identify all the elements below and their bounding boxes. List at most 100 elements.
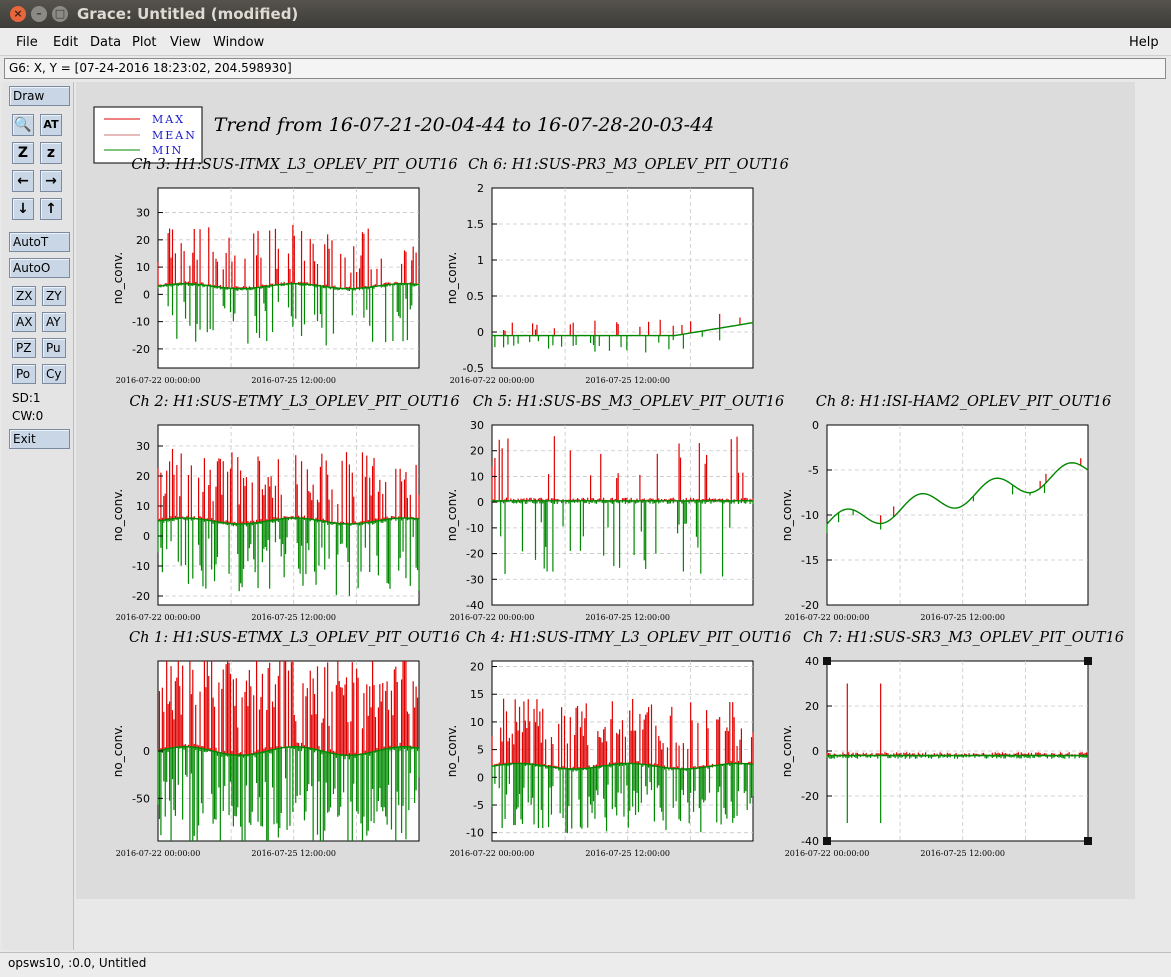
y-tick-label: 10 (136, 500, 150, 513)
minimize-icon[interactable]: – (31, 6, 47, 22)
y-tick-label: -10 (132, 560, 150, 573)
menu-view[interactable]: View (170, 35, 201, 50)
y-tick-label: 10 (136, 261, 150, 274)
graph-g7[interactable]: 40 20 0 -20 -402016-07-22 00:00:00 2016-07-25… (780, 630, 1124, 858)
x-tick-label: 2016-07-22 00:00:00 (450, 849, 535, 858)
legend[interactable]: MAX MEAN MIN (93, 106, 203, 164)
graph-title: Ch 6: H1:SUS-PR3_M3_OPLEV_PIT_OUT16 (468, 157, 789, 173)
y-tick-label: 1.5 (467, 218, 485, 231)
legend-entry-max: MAX (152, 113, 185, 126)
zoom-in-icon[interactable]: Z (12, 142, 34, 164)
selection-handle[interactable] (823, 657, 831, 665)
arrow-down-icon[interactable]: ↓ (12, 198, 34, 220)
zy-button[interactable]: ZY (42, 286, 66, 306)
y-axis-label: no_conv. (111, 725, 125, 777)
graph-title: Ch 5: H1:SUS-BS_M3_OPLEV_PIT_OUT16 (473, 394, 784, 410)
draw-button[interactable]: Draw (9, 86, 70, 106)
menu-plot[interactable]: Plot (132, 35, 157, 50)
zoom-out-icon[interactable]: z (40, 142, 62, 164)
selection-handle[interactable] (1084, 657, 1092, 665)
y-axis-label: no_conv. (111, 489, 125, 541)
autot-button[interactable]: AutoT (9, 232, 70, 252)
graph-title: Ch 4: H1:SUS-ITMY_L3_OPLEV_PIT_OUT16 (466, 630, 791, 646)
selection-handle[interactable] (823, 837, 831, 845)
text-tool-icon[interactable]: AT (40, 114, 62, 136)
graph-g1[interactable]: 0 -50 2016-07-22 00:00:00 2016-07-25 12:00:… (111, 630, 460, 858)
menu-help[interactable]: Help (1129, 35, 1159, 50)
x-tick-label: 2016-07-22 00:00:00 (116, 849, 201, 858)
y-tick-label: -10 (466, 522, 484, 535)
exit-button[interactable]: Exit (9, 429, 70, 449)
y-tick-label: 10 (470, 470, 484, 483)
y-tick-label: -30 (466, 573, 484, 586)
locator-bar: G6: X, Y = [07-24-2016 18:23:02, 204.598… (4, 58, 1166, 79)
x-tick-label: 2016-07-25 12:00:00 (251, 376, 336, 385)
y-tick-label: -15 (801, 554, 819, 567)
tool-panel: Draw 🔍 AT Z z ← → ↓ ↑ AutoT AutoO ZX ZY … (2, 82, 74, 950)
x-tick-label: 2016-07-22 00:00:00 (450, 613, 535, 622)
maximize-icon[interactable]: □ (52, 6, 68, 22)
x-tick-label: 2016-07-22 00:00:00 (450, 376, 535, 385)
x-tick-label: 2016-07-25 12:00:00 (920, 613, 1005, 622)
zx-button[interactable]: ZX (12, 286, 36, 306)
y-axis-label: no_conv. (445, 725, 459, 777)
y-tick-label: 40 (805, 655, 819, 668)
graph-g2[interactable]: 30 20 10 0 -10 -20 2016-07-22 00:00:00 2016-07-… (111, 394, 460, 622)
arrow-up-icon[interactable]: ↑ (40, 198, 62, 220)
graph-g6[interactable]: 2 1.5 1 0.5 0 -0.52016-07-22 00:00:00 2016-07-… (445, 157, 789, 385)
y-tick-label: 30 (136, 440, 150, 453)
menu-data[interactable]: Data (90, 35, 121, 50)
y-tick-label: 0 (143, 530, 150, 543)
menu-edit[interactable]: Edit (53, 35, 78, 50)
x-tick-label: 2016-07-25 12:00:00 (920, 849, 1005, 858)
autoo-button[interactable]: AutoO (9, 258, 70, 278)
plot-canvas[interactable]: MAX MEAN MIN Trend from 16-07-21-20-04-4… (76, 82, 1135, 899)
menu-bar: File Edit Data Plot View Window Help (0, 28, 1171, 56)
graph-title: Ch 3: H1:SUS-ITMX_L3_OPLEV_PIT_OUT16 (131, 157, 457, 173)
graph-g8[interactable]: 0 -5 -10 -15 -202016-07-22 00:00:00 2016-07-2… (780, 394, 1111, 622)
y-tick-label: 0.5 (467, 290, 485, 303)
x-tick-label: 2016-07-22 00:00:00 (785, 613, 870, 622)
y-tick-label: 0 (812, 419, 819, 432)
menu-file[interactable]: File (16, 35, 38, 50)
close-icon[interactable]: × (10, 6, 26, 22)
y-tick-label: 5 (477, 744, 484, 757)
po-button[interactable]: Po (12, 364, 36, 384)
window-titlebar: × – □ Grace: Untitled (modified) (0, 0, 1171, 28)
x-tick-label: 2016-07-22 00:00:00 (116, 376, 201, 385)
ax-button[interactable]: AX (12, 312, 36, 332)
y-tick-label: -20 (132, 343, 150, 356)
graph-g3[interactable]: 30 20 10 0 -10 -20 2016-07-22 00:00:00 2016-07-… (111, 157, 458, 385)
y-tick-label: 0 (812, 745, 819, 758)
status-bar: opsws10, :0.0, Untitled (0, 952, 1171, 977)
zoom-icon[interactable]: 🔍 (12, 114, 34, 136)
plot-svg[interactable]: MAX MEAN MIN Trend from 16-07-21-20-04-4… (76, 82, 1135, 899)
ay-button[interactable]: AY (42, 312, 66, 332)
y-tick-label: 20 (136, 234, 150, 247)
y-tick-label: -40 (801, 835, 819, 848)
legend-entry-min: MIN (152, 144, 183, 157)
graph-g4[interactable]: 20 15 10 5 0 -5 -10 2016-07-22 00:00:00 2016-07-… (445, 630, 791, 858)
arrow-left-icon[interactable]: ← (12, 170, 34, 192)
graph-title: Ch 1: H1:SUS-ETMX_L3_OPLEV_PIT_OUT16 (129, 630, 460, 646)
graph-g5[interactable]: 30 20 10 0 -10 -20 -30 -402016-07-22 00:00:00 20… (445, 394, 784, 622)
graph-panels: 30 20 10 0 -10 -20 2016-07-22 00:00:00 2016-07-… (111, 157, 1124, 858)
y-tick-label: 30 (136, 207, 150, 220)
y-tick-label: 30 (470, 419, 484, 432)
y-tick-label: -10 (466, 827, 484, 840)
y-tick-label: 0 (477, 771, 484, 784)
x-tick-label: 2016-07-25 12:00:00 (251, 849, 336, 858)
selection-handle[interactable] (1084, 837, 1092, 845)
graph-title: Ch 8: H1:ISI-HAM2_OPLEV_PIT_OUT16 (816, 394, 1111, 410)
y-tick-label: -10 (801, 509, 819, 522)
current-world-label: CW:0 (12, 409, 44, 423)
x-tick-label: 2016-07-22 00:00:00 (116, 613, 201, 622)
menu-window[interactable]: Window (213, 35, 264, 50)
y-tick-label: 10 (470, 716, 484, 729)
pu-button[interactable]: Pu (42, 338, 66, 358)
y-tick-label: -20 (132, 590, 150, 603)
y-tick-label: -20 (466, 548, 484, 561)
cy-button[interactable]: Cy (42, 364, 66, 384)
pz-button[interactable]: PZ (12, 338, 36, 358)
arrow-right-icon[interactable]: → (40, 170, 62, 192)
